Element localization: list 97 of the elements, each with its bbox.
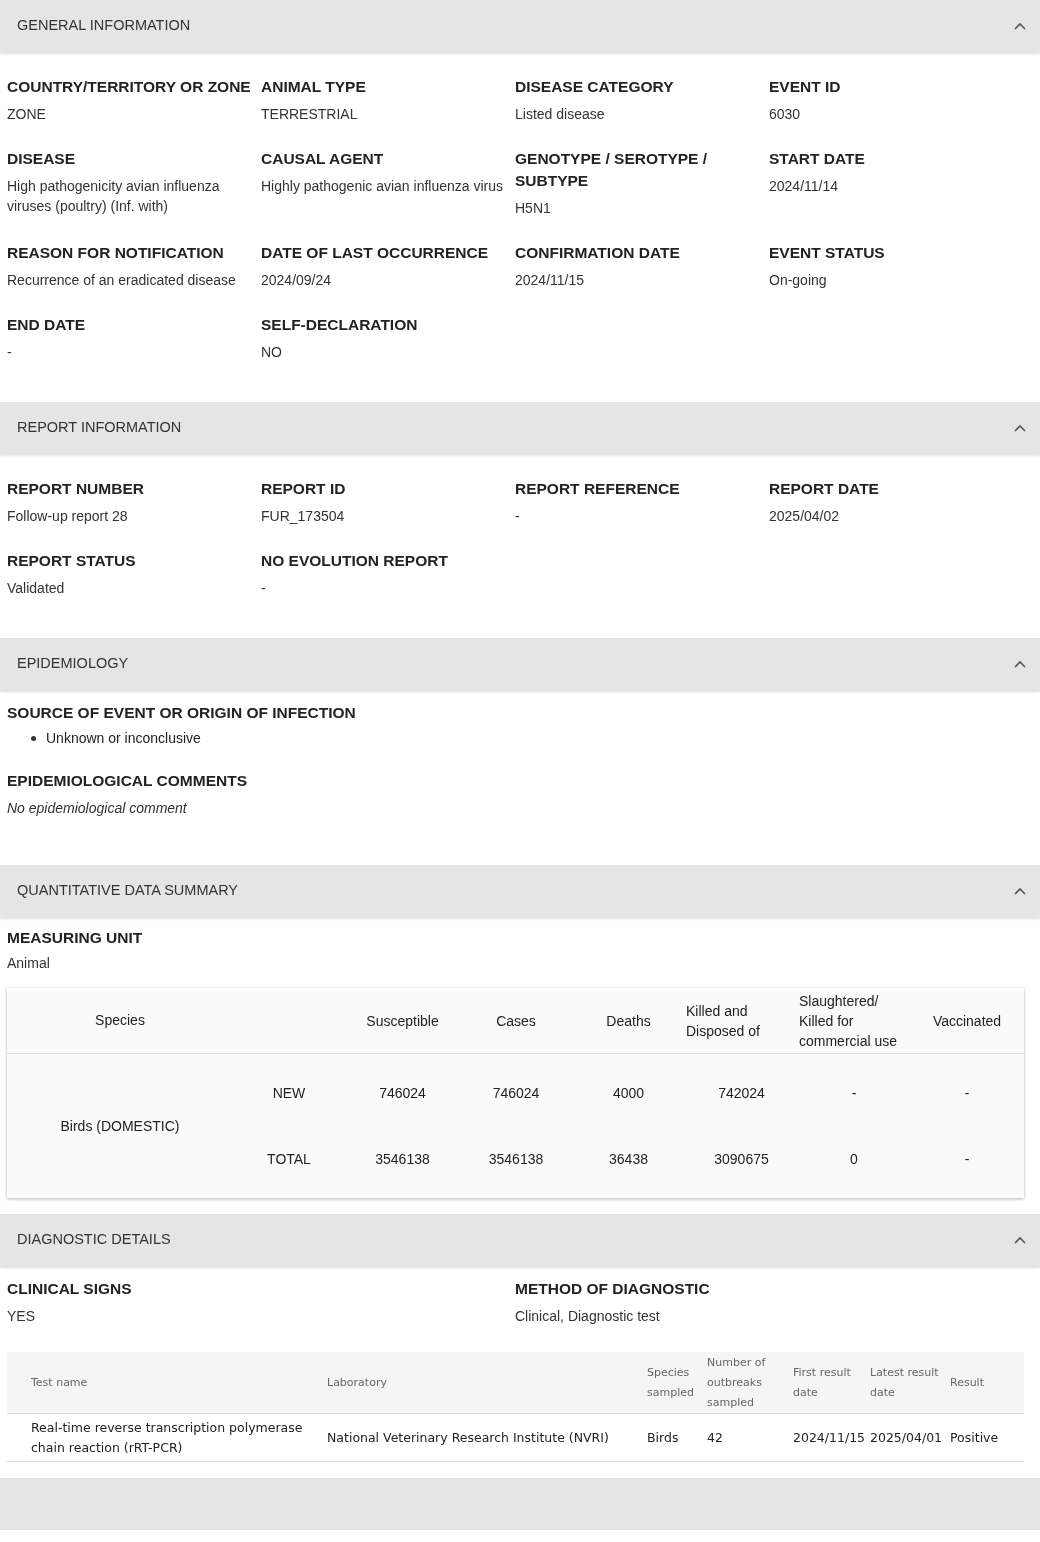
field-value: Highly pathogenic avian influenza virus — [261, 177, 505, 196]
field-value: ZONE — [7, 105, 47, 124]
field-value: YES — [7, 1307, 36, 1326]
table-cell-text: 0 — [849, 1149, 859, 1169]
field-value: - — [261, 579, 267, 598]
field-value: TERRESTRIAL — [261, 105, 359, 124]
column-header: Susceptible — [365, 1011, 440, 1031]
section-header[interactable]: REPORT INFORMATION — [0, 402, 1040, 454]
column-header: Latest result date — [870, 1364, 940, 1401]
field-label: ANIMAL TYPE — [261, 77, 367, 97]
table-cell-text: 2025/04/01 — [870, 1428, 944, 1447]
table-cell-text: National Veterinary Research Institute (NVRI) — [327, 1428, 610, 1447]
field-value: Clinical, Diagnostic test — [515, 1307, 661, 1326]
field-label: GENOTYPE / SEROTYPE / SUBTYPE — [515, 149, 709, 191]
field-label: SOURCE OF EVENT OR ORIGIN OF INFECTION — [7, 703, 357, 723]
field-label: CONFIRMATION DATE — [515, 243, 681, 263]
field-value: - — [515, 507, 521, 526]
field-value: Validated — [7, 579, 66, 598]
table-cell-text: 36438 — [608, 1149, 649, 1169]
table-cell-text: Birds — [647, 1428, 680, 1447]
field-label: REPORT ID — [261, 479, 347, 499]
field-label: REPORT STATUS — [7, 551, 137, 571]
chevron-up-icon — [1014, 660, 1026, 668]
field-label: EVENT STATUS — [769, 243, 886, 263]
table-cell-text: 746024 — [491, 1083, 541, 1103]
column-header: Slaughtered/ Killed for commercial use — [798, 991, 899, 1051]
field-label: DATE OF LAST OCCURRENCE — [261, 243, 490, 263]
field-label: NO EVOLUTION REPORT — [261, 551, 449, 571]
comment-text: No epidemiological comment — [7, 799, 188, 818]
table-cell-text: - — [963, 1083, 971, 1103]
chevron-up-icon — [1014, 1236, 1026, 1244]
field-value: On-going — [769, 271, 828, 290]
field-value: Animal — [7, 954, 51, 973]
section-header[interactable]: EPIDEMIOLOGY — [0, 638, 1040, 690]
table-cell-text: 3546138 — [487, 1149, 545, 1169]
source-item: Unknown or inconclusive — [46, 729, 201, 748]
column-header: Killed and Disposed of — [685, 1001, 761, 1041]
field-value: 2024/09/24 — [261, 271, 333, 290]
column-header: Species sampled — [647, 1364, 695, 1401]
field-value: High pathogenicity avian influenza viruses (poultry) (Inf. with) — [7, 177, 221, 216]
field-label: EVENT ID — [769, 77, 842, 97]
field-label: CAUSAL AGENT — [261, 149, 385, 169]
field-label: REPORT REFERENCE — [515, 479, 681, 499]
field-label: COUNTRY/TERRITORY OR ZONE — [7, 77, 252, 97]
column-header: Test name — [31, 1374, 89, 1391]
table-cell-text: Positive — [950, 1428, 1000, 1447]
table-cell-text: 742024 — [717, 1083, 766, 1103]
table-cell-text: 42 — [707, 1428, 724, 1447]
table-cell-text: TOTAL — [266, 1149, 312, 1169]
field-value: H5N1 — [515, 199, 552, 218]
field-label: METHOD OF DIAGNOSTIC — [515, 1279, 711, 1299]
table-cell-text: 2024/11/15 — [793, 1428, 867, 1447]
field-value: 2024/11/15 — [515, 271, 586, 290]
table-cell-text: Real-time reverse transcription polymerase chain reaction (rRT-PCR) — [31, 1418, 304, 1457]
field-value: 2025/04/02 — [769, 507, 841, 526]
table-cell-text: 3546138 — [374, 1149, 431, 1169]
table-cell-text: NEW — [271, 1083, 307, 1103]
field-label: SELF-DECLARATION — [261, 315, 419, 335]
field-label: EPIDEMIOLOGICAL COMMENTS — [7, 771, 248, 791]
section-header[interactable]: QUANTITATIVE DATA SUMMARY — [0, 865, 1040, 917]
section-header[interactable]: DIAGNOSTIC DETAILS — [0, 1214, 1040, 1266]
table-cell-text: 746024 — [378, 1083, 427, 1103]
field-value: Recurrence of an eradicated disease — [7, 271, 237, 290]
field-value: Follow-up report 28 — [7, 507, 129, 526]
column-header: Cases — [495, 1011, 537, 1031]
field-value: 6030 — [769, 105, 802, 124]
field-value: FUR_173504 — [261, 507, 346, 526]
section-header[interactable]: GENERAL INFORMATION — [0, 0, 1040, 52]
table-cell-text: 3090675 — [713, 1149, 770, 1169]
field-value: - — [7, 343, 13, 362]
bullet-icon — [31, 736, 36, 741]
field-value: Listed disease — [515, 105, 606, 124]
field-label: DISEASE CATEGORY — [515, 77, 675, 97]
column-header: Species — [94, 1011, 146, 1030]
field-label: MEASURING UNIT — [7, 928, 144, 948]
chevron-up-icon — [1014, 22, 1026, 30]
field-value: 2024/11/14 — [769, 177, 840, 196]
field-label: CLINICAL SIGNS — [7, 1279, 133, 1299]
table-cell-text: 4000 — [611, 1083, 646, 1103]
chevron-up-icon — [1014, 424, 1026, 432]
field-value: NO — [261, 343, 283, 362]
table-cell-text: Birds (DOMESTIC) — [59, 1116, 181, 1136]
column-header: Vaccinated — [931, 1011, 1003, 1031]
field-label: REASON FOR NOTIFICATION — [7, 243, 225, 263]
table-cell-text: - — [963, 1149, 971, 1169]
field-label: REPORT NUMBER — [7, 479, 145, 499]
field-label: START DATE — [769, 149, 866, 169]
table-cell-text: - — [850, 1083, 858, 1103]
field-label: END DATE — [7, 315, 87, 335]
column-header: Deaths — [605, 1011, 652, 1031]
column-header: First result date — [793, 1364, 852, 1401]
column-header: Number of outbreaks sampled — [707, 1354, 767, 1411]
column-header: Laboratory — [327, 1374, 388, 1391]
chevron-up-icon — [1014, 887, 1026, 895]
field-label: DISEASE — [7, 149, 77, 169]
column-header: Result — [950, 1374, 985, 1391]
field-label: REPORT DATE — [769, 479, 880, 499]
